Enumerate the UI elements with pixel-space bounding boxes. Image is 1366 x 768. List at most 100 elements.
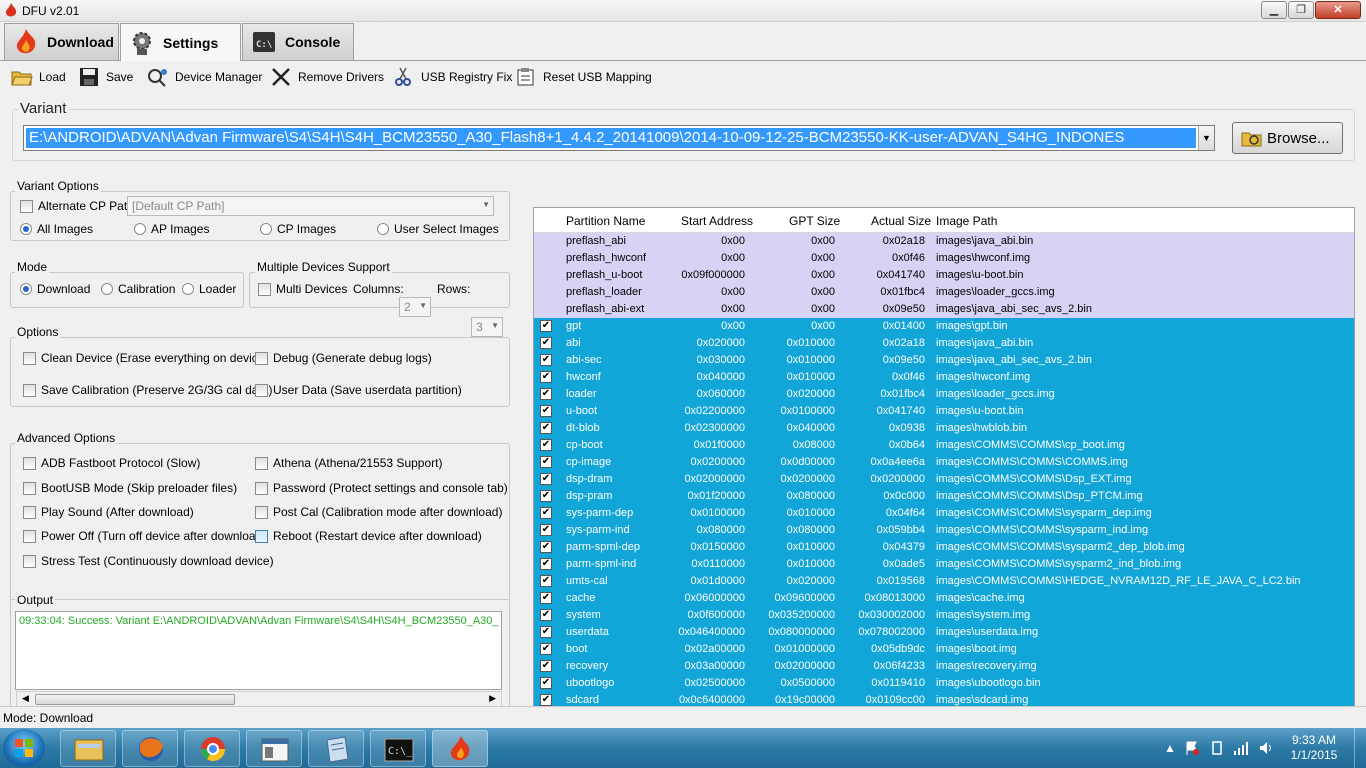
row-checkbox[interactable]: ✔: [540, 558, 552, 570]
radio-dot[interactable]: [134, 223, 146, 235]
multi-devices-checkbox[interactable]: Multi Devices: [258, 282, 347, 296]
table-row[interactable]: preflash_abi-ext 0x00 0x00 0x09e50 images\ja…: [534, 301, 1354, 318]
checkbox-box[interactable]: [23, 383, 36, 397]
load-button[interactable]: Load: [11, 66, 66, 88]
device-tray-icon[interactable]: [1209, 740, 1225, 756]
windows-start-icon[interactable]: [3, 729, 45, 767]
radio-dot[interactable]: [182, 283, 194, 295]
table-row[interactable]: preflash_u-boot 0x09f000000 0x00 0x041740 im…: [534, 267, 1354, 284]
dfu-taskbar-icon[interactable]: [432, 730, 488, 767]
table-row[interactable]: ✔ sys-parm-dep 0x0100000 0x010000 0x04f64 ima…: [534, 505, 1354, 522]
debug-checkbox[interactable]: Debug (Generate debug logs): [255, 351, 432, 365]
checkbox-box[interactable]: [258, 282, 271, 296]
row-checkbox[interactable]: ✔: [540, 388, 552, 400]
header-gpt-size[interactable]: GPT Size: [789, 214, 840, 228]
row-checkbox[interactable]: ✔: [540, 320, 552, 332]
checkbox-box[interactable]: [23, 351, 36, 365]
usb-registry-fix-button[interactable]: USB Registry Fix: [393, 66, 512, 88]
show-desktop-button[interactable]: [1354, 728, 1366, 768]
table-row[interactable]: ✔ abi-sec 0x030000 0x010000 0x09e50 images\ja…: [534, 352, 1354, 369]
chevron-down-icon[interactable]: ▼: [1198, 126, 1214, 150]
header-start-address[interactable]: Start Address: [681, 214, 753, 228]
table-row[interactable]: ✔ parm-spml-dep 0x0150000 0x010000 0x04379 im…: [534, 539, 1354, 556]
checkbox-box[interactable]: [255, 456, 268, 470]
checkbox-box[interactable]: [23, 529, 36, 543]
checkbox-box[interactable]: [255, 505, 268, 519]
post-cal-checkbox[interactable]: Post Cal (Calibration mode after downloa…: [255, 505, 502, 519]
variant-path[interactable]: E:\ANDROID\ADVAN\Advan Firmware\S4\S4H\S…: [26, 128, 1196, 148]
alternate-cp-path-checkbox[interactable]: Alternate CP Path: [20, 199, 134, 213]
all-images-radio[interactable]: All Images: [20, 222, 93, 236]
radio-dot[interactable]: [377, 223, 389, 235]
scroll-right-icon[interactable]: ▶: [489, 693, 496, 704]
row-checkbox[interactable]: ✔: [540, 592, 552, 604]
tab-console[interactable]: C:\ Console: [242, 23, 354, 60]
adb-fastboot-checkbox[interactable]: ADB Fastboot Protocol (Slow): [23, 456, 200, 470]
table-row[interactable]: ✔ dt-blob 0x02300000 0x040000 0x0938 images\h…: [534, 420, 1354, 437]
row-checkbox[interactable]: ✔: [540, 371, 552, 383]
network-signal-icon[interactable]: [1233, 740, 1249, 756]
checkbox-box[interactable]: [23, 456, 36, 470]
table-row[interactable]: ✔ abi 0x020000 0x010000 0x02a18 images\java_a…: [534, 335, 1354, 352]
row-checkbox[interactable]: ✔: [540, 490, 552, 502]
firefox-taskbar-icon[interactable]: [122, 730, 178, 767]
table-row[interactable]: ✔ cp-image 0x0200000 0x0d00000 0x0a4ee6a imag…: [534, 454, 1354, 471]
table-row[interactable]: ✔ sys-parm-ind 0x080000 0x080000 0x059bb4 ima…: [534, 522, 1354, 539]
checkbox-box[interactable]: [255, 481, 268, 495]
table-row[interactable]: ✔ cache 0x06000000 0x09600000 0x08013000 imag…: [534, 590, 1354, 607]
radio-dot[interactable]: [20, 223, 32, 235]
table-row[interactable]: ✔ loader 0x060000 0x020000 0x01fbc4 images\lo…: [534, 386, 1354, 403]
table-row[interactable]: preflash_hwconf 0x00 0x00 0x0f46 images\hwco…: [534, 250, 1354, 267]
save-calibration-checkbox[interactable]: Save Calibration (Preserve 2G/3G cal dat…: [23, 383, 272, 397]
window-app-taskbar-icon[interactable]: [246, 730, 302, 767]
chrome-taskbar-icon[interactable]: [184, 730, 240, 767]
row-checkbox[interactable]: ✔: [540, 643, 552, 655]
row-checkbox[interactable]: ✔: [540, 660, 552, 672]
radio-dot[interactable]: [101, 283, 113, 295]
table-row[interactable]: ✔ dsp-pram 0x01f20000 0x080000 0x0c000 images…: [534, 488, 1354, 505]
table-row[interactable]: ✔ gpt 0x00 0x00 0x01400 images\gpt.bin: [534, 318, 1354, 335]
power-off-checkbox[interactable]: Power Off (Turn off device after downloa…: [23, 529, 266, 543]
device-manager-button[interactable]: Device Manager: [147, 66, 262, 88]
notepad-taskbar-icon[interactable]: [308, 730, 364, 767]
minimize-button[interactable]: ▁: [1261, 1, 1287, 19]
tray-show-hidden-icon[interactable]: ▲: [1164, 741, 1176, 755]
checkbox-box[interactable]: [20, 199, 33, 213]
checkbox-box[interactable]: [23, 554, 36, 568]
user-data-checkbox[interactable]: User Data (Save userdata partition): [255, 383, 462, 397]
table-row[interactable]: ✔ cp-boot 0x01f0000 0x08000 0x0b64 images\COM…: [534, 437, 1354, 454]
row-checkbox[interactable]: ✔: [540, 626, 552, 638]
checkbox-box[interactable]: [23, 505, 36, 519]
header-image-path[interactable]: Image Path: [936, 214, 997, 228]
row-checkbox[interactable]: ✔: [540, 456, 552, 468]
volume-speaker-icon[interactable]: [1258, 740, 1274, 756]
browse-button[interactable]: Browse...: [1232, 122, 1343, 154]
row-checkbox[interactable]: ✔: [540, 405, 552, 417]
row-checkbox[interactable]: ✔: [540, 677, 552, 689]
row-checkbox[interactable]: ✔: [540, 609, 552, 621]
columns-select[interactable]: 2 ▼: [399, 297, 431, 317]
table-row[interactable]: ✔ system 0x0f600000 0x035200000 0x030002000 i…: [534, 607, 1354, 624]
table-row[interactable]: ✔ boot 0x02a00000 0x01000000 0x05db9dc images…: [534, 641, 1354, 658]
cp-images-radio[interactable]: CP Images: [260, 222, 336, 236]
tab-download[interactable]: Download: [4, 23, 119, 60]
radio-dot[interactable]: [20, 283, 32, 295]
taskbar-clock[interactable]: 9:33 AM 1/1/2015: [1284, 733, 1344, 763]
output-log[interactable]: 09:33:04: Success: Variant E:\ANDROID\AD…: [15, 611, 502, 690]
row-checkbox[interactable]: ✔: [540, 354, 552, 366]
row-checkbox[interactable]: ✔: [540, 337, 552, 349]
action-center-flag-icon[interactable]: [1184, 740, 1200, 756]
table-row[interactable]: ✔ ubootlogo 0x02500000 0x0500000 0x0119410 im…: [534, 675, 1354, 692]
row-checkbox[interactable]: ✔: [540, 439, 552, 451]
row-checkbox[interactable]: ✔: [540, 473, 552, 485]
stress-test-checkbox[interactable]: Stress Test (Continuously download devic…: [23, 554, 274, 568]
mode-loader-radio[interactable]: Loader: [182, 282, 236, 296]
cmd-taskbar-icon[interactable]: C:\_: [370, 730, 426, 767]
checkbox-box[interactable]: [255, 383, 268, 397]
mode-download-radio[interactable]: Download: [20, 282, 90, 296]
ap-images-radio[interactable]: AP Images: [134, 222, 209, 236]
table-row[interactable]: ✔ u-boot 0x02200000 0x0100000 0x041740 images…: [534, 403, 1354, 420]
checkbox-box[interactable]: [23, 481, 36, 495]
reboot-checkbox[interactable]: Reboot (Restart device after download): [255, 529, 482, 543]
table-row[interactable]: ✔ hwconf 0x040000 0x010000 0x0f46 images\hwco…: [534, 369, 1354, 386]
